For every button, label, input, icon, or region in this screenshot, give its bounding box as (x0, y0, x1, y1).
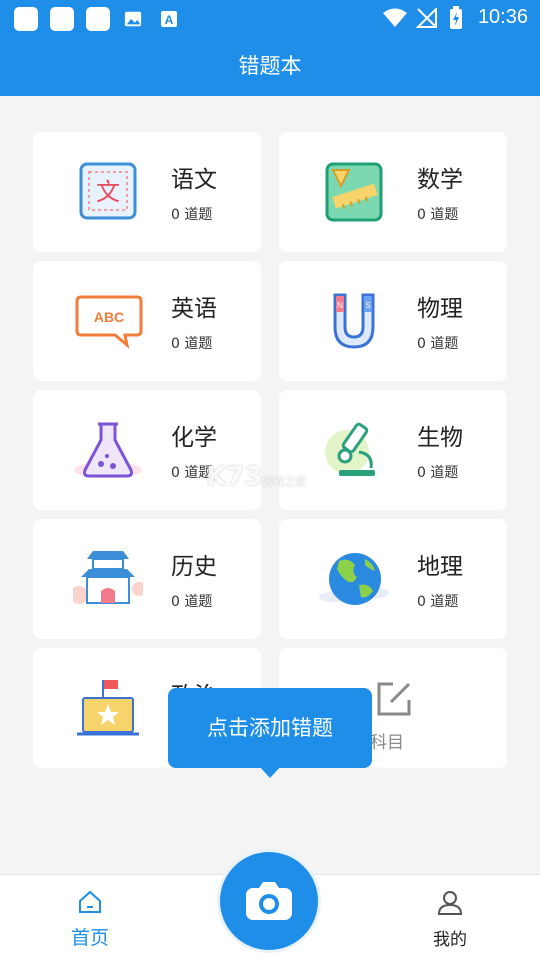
watermark: K73游戏之家 (206, 462, 307, 492)
svg-text:S: S (365, 301, 370, 310)
subject-name: 语文 (171, 167, 217, 193)
subject-card-math[interactable]: 数学 0 道题 (279, 132, 507, 252)
home-icon (79, 890, 101, 913)
subject-count: 0 道题 (171, 594, 213, 610)
subject-name: 英语 (171, 296, 217, 322)
history-icon (73, 551, 143, 604)
subject-count: 0 道题 (171, 336, 213, 352)
politics-icon (77, 680, 139, 736)
subject-name: 物理 (417, 296, 463, 322)
svg-text:A: A (165, 13, 174, 27)
subject-name: 数学 (417, 167, 463, 193)
subject-card-chinese[interactable]: 文 语文 0 道题 (33, 132, 261, 252)
chinese-icon: 文 (79, 162, 137, 220)
tooltip-tail (259, 766, 281, 778)
camera-button[interactable] (220, 852, 318, 950)
svg-text:N: N (337, 301, 343, 310)
nav-home[interactable]: 首页 (60, 889, 120, 950)
biology-icon (325, 422, 375, 476)
notification-icon (50, 7, 74, 31)
page-title: 错题本 (0, 36, 540, 96)
geography-icon (319, 553, 389, 605)
subject-card-english[interactable]: ABC 英语 0 道题 (33, 261, 261, 381)
subject-card-history[interactable]: 历史 0 道题 (33, 519, 261, 639)
status-bar: A 10:36 (0, 0, 540, 36)
notification-icon (86, 7, 110, 31)
font-icon: A (161, 11, 177, 27)
math-icon (325, 162, 383, 222)
subject-name: 历史 (171, 554, 217, 580)
chemistry-icon (74, 422, 142, 478)
wifi-icon (383, 8, 407, 27)
image-icon (124, 11, 142, 27)
subject-count: 0 道题 (417, 207, 459, 223)
nav-mine[interactable]: 我的 (420, 889, 480, 950)
clock: 10:36 (477, 6, 528, 28)
notification-icon (14, 7, 38, 31)
nav-mine-label: 我的 (433, 930, 467, 950)
subject-count: 0 道题 (417, 465, 459, 481)
subject-count: 0 道题 (417, 594, 459, 610)
user-icon (437, 891, 463, 915)
subject-name: 地理 (417, 554, 463, 580)
subject-name: 化学 (171, 425, 217, 451)
subject-card-physics[interactable]: N S 物理 0 道题 (279, 261, 507, 381)
nav-home-label: 首页 (70, 927, 109, 949)
svg-text:ABC: ABC (94, 309, 124, 325)
subject-count: 0 道题 (417, 336, 459, 352)
english-icon: ABC (75, 295, 143, 349)
add-question-tooltip[interactable]: 点击添加错题 (168, 688, 372, 768)
subject-card-biology[interactable]: 生物 0 道题 (279, 390, 507, 510)
physics-icon: N S (333, 293, 375, 349)
subject-card-geography[interactable]: 地理 0 道题 (279, 519, 507, 639)
subject-count: 0 道题 (171, 207, 213, 223)
subject-card-chemistry[interactable]: 化学 0 道题 (33, 390, 261, 510)
battery-icon (450, 6, 462, 29)
camera-icon (246, 882, 292, 920)
subject-name: 生物 (417, 425, 463, 451)
svg-text:文: 文 (96, 178, 120, 206)
signal-icon (416, 8, 437, 28)
edit-icon (377, 682, 411, 716)
